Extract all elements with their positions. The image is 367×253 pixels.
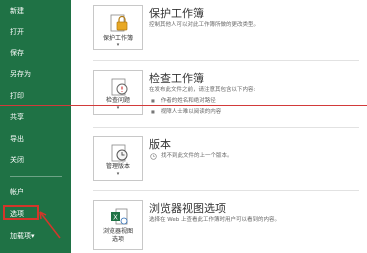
options-highlight-box xyxy=(3,205,39,220)
sidebar-item-save[interactable]: 保存 xyxy=(10,48,24,58)
chevron-down-icon: ▾ xyxy=(116,42,120,48)
section-divider xyxy=(93,60,359,61)
chevron-down-icon: ▾ xyxy=(116,171,120,177)
protect-workbook-button[interactable]: 保护工作簿 ▾ xyxy=(93,5,143,50)
sidebar-item-account[interactable]: 帐户 xyxy=(10,187,24,197)
clock-icon xyxy=(150,153,157,160)
manage-versions-tile-label: 管理版本 xyxy=(105,163,130,170)
inspect-workbook-desc: 在发布此文件之前，请注意其包含以下内容: xyxy=(149,87,256,93)
inspect-bullet-item: 视障人士难以阅读的内容 xyxy=(151,108,222,116)
sidebar-item-new[interactable]: 新建 xyxy=(10,6,24,16)
annotation-line xyxy=(0,105,367,106)
inspect-workbook-title: 检查工作簿 xyxy=(149,72,204,85)
svg-text:X: X xyxy=(113,215,118,222)
excel-web-icon: X xyxy=(111,208,128,225)
check-for-issues-button[interactable]: 检查问题 ▾ xyxy=(93,70,143,115)
protect-workbook-tile-label: 保护工作簿 xyxy=(102,35,133,42)
check-for-issues-tile-label: 检查问题 xyxy=(105,97,130,104)
info-panel: 保护工作簿 ▾ 保护工作簿 控制其他人可以对此工作簿所做的更改类型。 检查问题 … xyxy=(71,0,367,253)
sidebar-item-share[interactable]: 共享 xyxy=(10,112,24,122)
sidebar-item-addins[interactable]: 加载项▾ xyxy=(10,231,35,241)
manage-versions-button[interactable]: 管理版本 ▾ xyxy=(93,136,143,181)
protect-workbook-desc: 控制其他人可以对此工作簿所做的更改类型。 xyxy=(149,22,260,28)
sidebar-item-save-as[interactable]: 另存为 xyxy=(10,69,31,79)
browser-view-tile-label-1: 浏览器视图 xyxy=(102,228,133,235)
inspect-document-icon xyxy=(111,78,128,96)
inspect-bullet-item: 作者的姓名和绝对路径 xyxy=(151,97,216,105)
versions-title: 版本 xyxy=(149,138,171,151)
browser-view-tile-label-2: 选项 xyxy=(111,236,124,243)
clock-document-icon xyxy=(111,144,128,162)
browser-view-title: 浏览器视图选项 xyxy=(149,202,226,215)
section-divider xyxy=(93,190,359,191)
protect-workbook-title: 保护工作簿 xyxy=(149,7,204,20)
browser-view-desc: 选择在 Web 上查看此工作簿时用户可以看到的内容。 xyxy=(149,217,280,223)
sidebar-item-export[interactable]: 导出 xyxy=(10,134,24,144)
sidebar-item-print[interactable]: 打印 xyxy=(10,91,24,101)
sidebar-item-open[interactable]: 打开 xyxy=(10,27,24,37)
versions-desc: 找不到此文件的上一个版本。 xyxy=(161,153,233,159)
sidebar-item-close[interactable]: 关闭 xyxy=(10,155,24,165)
lock-icon xyxy=(110,14,128,32)
browser-view-options-button[interactable]: X 浏览器视图 选项 xyxy=(93,200,143,250)
section-divider xyxy=(93,127,359,128)
sidebar-divider xyxy=(10,176,62,177)
